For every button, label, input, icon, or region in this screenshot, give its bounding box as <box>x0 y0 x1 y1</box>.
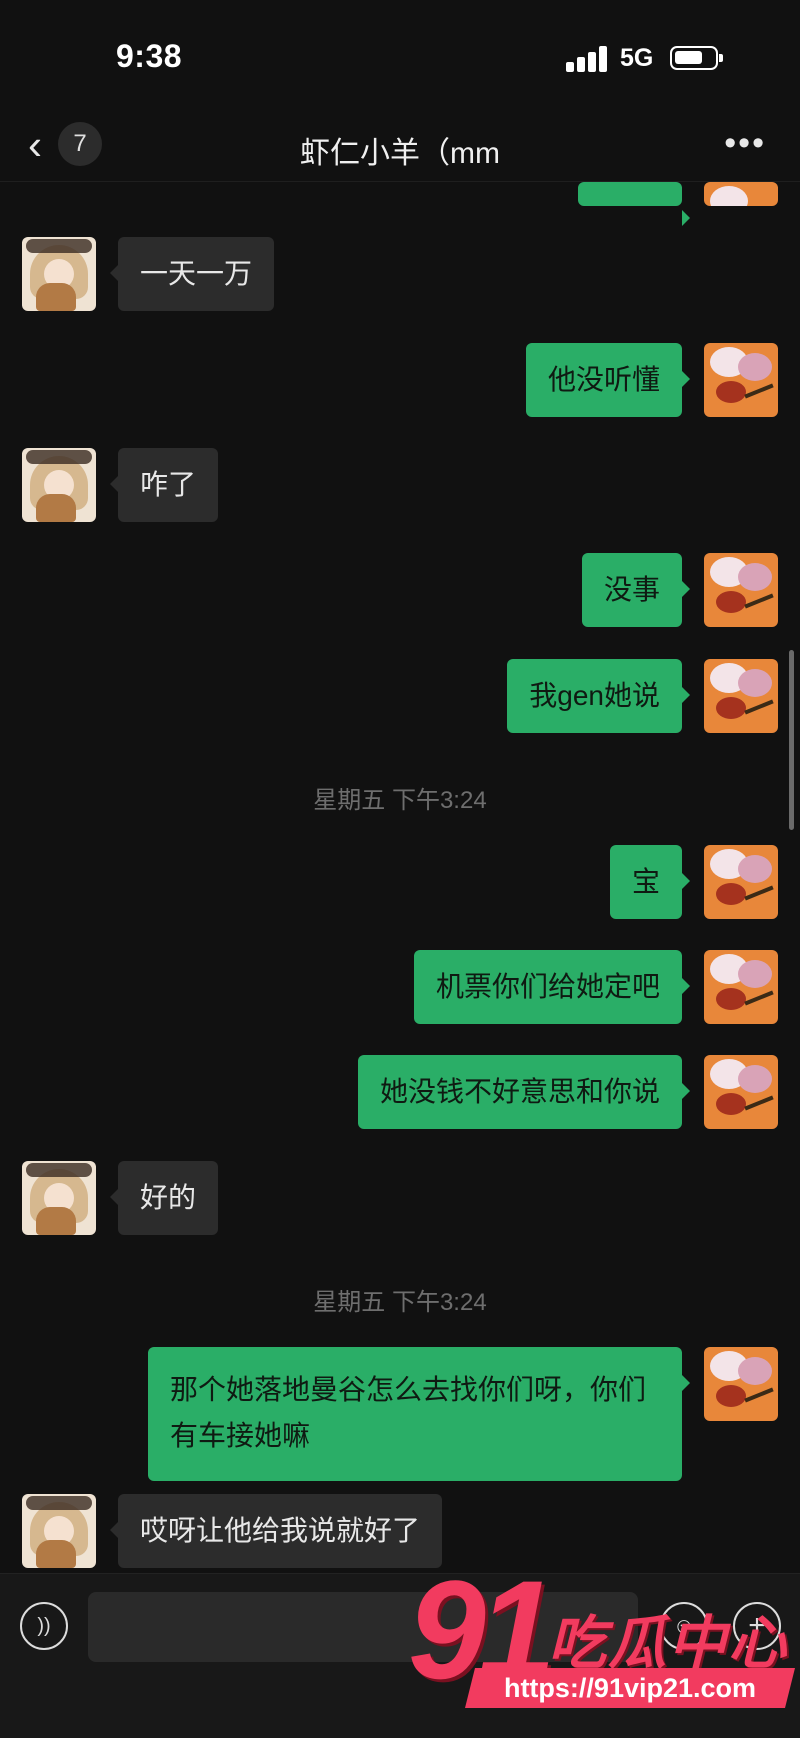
chat-title: 虾仁小羊（mm <box>300 137 500 170</box>
message-bubble-outgoing[interactable]: 那个她落地曼谷怎么去找你们呀，你们有车接她嘛 <box>148 1347 690 1481</box>
my-avatar[interactable] <box>704 659 778 733</box>
message-timestamp: 星期五 下午3:24 <box>313 1289 487 1316</box>
battery-icon <box>670 46 723 70</box>
network-type: 5G <box>620 44 654 72</box>
voice-icon[interactable]: )) <box>20 1602 68 1650</box>
contact-avatar[interactable] <box>22 1494 96 1568</box>
my-avatar[interactable] <box>704 1055 778 1129</box>
signal-icon <box>566 46 608 72</box>
my-avatar[interactable] <box>704 182 778 206</box>
message-bubble-incoming[interactable]: 一天一万 <box>109 237 275 311</box>
message-bubble-incoming[interactable]: 咋了 <box>109 448 219 522</box>
message-bubble-outgoing[interactable]: 她没钱不好意思和你说 <box>357 1055 691 1129</box>
status-bar: 9:38 5G <box>0 0 800 110</box>
watermark-url: https://91vip21.com <box>503 1673 757 1703</box>
message-bubble-partial[interactable] <box>578 182 690 226</box>
message-bubble-outgoing[interactable]: 宝 <box>609 845 691 919</box>
my-avatar[interactable] <box>704 553 778 627</box>
contact-avatar[interactable] <box>22 448 96 522</box>
contact-avatar[interactable] <box>22 1161 96 1235</box>
my-avatar[interactable] <box>704 1347 778 1421</box>
more-dots-icon[interactable]: ••• <box>724 124 766 163</box>
message-bubble-outgoing[interactable]: 没事 <box>581 553 691 627</box>
message-timestamp: 星期五 下午3:24 <box>313 787 487 814</box>
message-bubble-incoming[interactable]: 好的 <box>109 1161 219 1235</box>
message-bubble-outgoing[interactable]: 机票你们给她定吧 <box>413 950 691 1024</box>
watermark-url-banner: https://91vip21.com <box>465 1668 795 1708</box>
my-avatar[interactable] <box>704 950 778 1024</box>
message-bubble-outgoing[interactable]: 他没听懂 <box>525 343 691 417</box>
message-bubble-outgoing[interactable]: 我gen她说 <box>507 659 690 733</box>
status-time: 9:38 <box>116 38 183 74</box>
my-avatar[interactable] <box>704 845 778 919</box>
my-avatar[interactable] <box>704 343 778 417</box>
contact-avatar[interactable] <box>22 237 96 311</box>
chat-scrollbar[interactable] <box>789 650 794 830</box>
message-bubble-incoming[interactable]: 哎呀让他给我说就好了 <box>109 1494 443 1568</box>
chat-header: ‹ 7 虾仁小羊（mm ••• <box>0 110 800 182</box>
